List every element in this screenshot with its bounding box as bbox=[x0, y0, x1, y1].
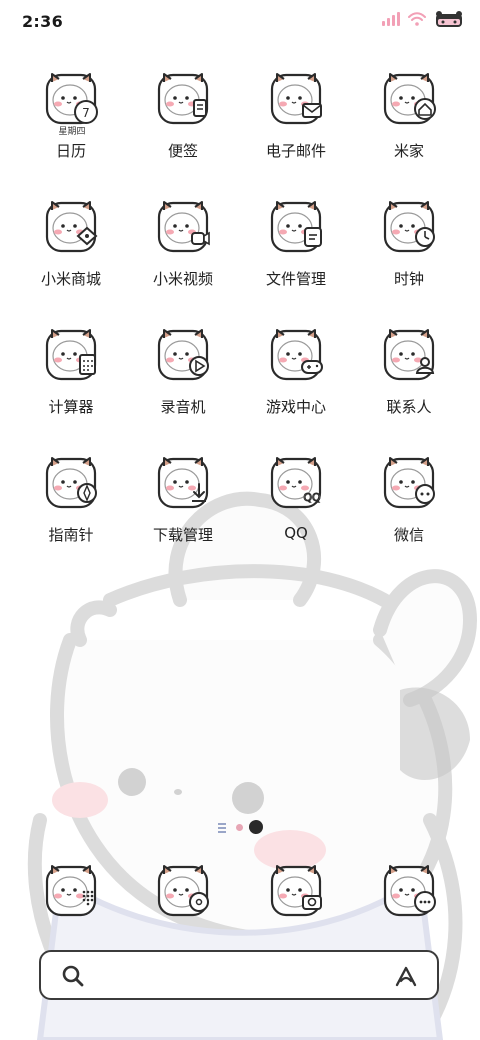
message-icon bbox=[383, 865, 436, 917]
app-file-manager[interactable]: 文件管理 bbox=[240, 198, 352, 308]
video-icon bbox=[157, 201, 210, 253]
app-label: 指南针 bbox=[48, 526, 94, 544]
app-mi-store[interactable]: 小米商城 bbox=[15, 198, 127, 308]
wifi-icon bbox=[408, 12, 426, 26]
notes-icon bbox=[157, 73, 209, 125]
app-label: 文件管理 bbox=[265, 270, 326, 288]
app-downloads[interactable]: 下载管理 bbox=[127, 454, 239, 564]
qq-icon: QQ bbox=[270, 457, 321, 509]
calendar-weekday: 星期四 bbox=[58, 127, 86, 137]
phone-dock-app[interactable] bbox=[15, 862, 127, 922]
app-notes[interactable]: 便签 bbox=[127, 70, 239, 180]
app-label: 米家 bbox=[393, 142, 424, 160]
app-label: 小米视频 bbox=[152, 270, 213, 288]
camera-dock-app[interactable] bbox=[240, 862, 352, 922]
calculator-icon bbox=[45, 329, 97, 381]
svg-text:7: 7 bbox=[82, 106, 90, 120]
svg-text:QQ: QQ bbox=[303, 491, 321, 504]
compass-icon bbox=[45, 457, 97, 509]
app-mi-home[interactable]: 米家 bbox=[353, 70, 465, 180]
app-qq[interactable]: QQ QQ bbox=[240, 454, 352, 564]
music-icon bbox=[157, 865, 209, 917]
app-label: 电子邮件 bbox=[265, 142, 326, 160]
app-email[interactable]: 电子邮件 bbox=[240, 70, 352, 180]
status-icons bbox=[382, 10, 464, 28]
app-wechat[interactable]: 微信 bbox=[353, 454, 465, 564]
store-icon bbox=[45, 201, 98, 253]
home-icon bbox=[383, 73, 436, 125]
app-calculator[interactable]: 计算器 bbox=[15, 326, 127, 436]
app-label: 日历 bbox=[55, 142, 86, 160]
phone-icon bbox=[45, 865, 97, 917]
recorder-icon bbox=[157, 329, 209, 381]
app-label: 录音机 bbox=[160, 398, 206, 416]
messages-dock-app[interactable] bbox=[353, 862, 465, 922]
app-label: 微信 bbox=[393, 526, 424, 544]
gamepad-icon bbox=[270, 329, 323, 381]
page-dot-active[interactable] bbox=[249, 820, 263, 834]
search-icon[interactable] bbox=[61, 964, 85, 988]
status-bar: 2:36 bbox=[0, 0, 480, 44]
app-label: 联系人 bbox=[386, 398, 432, 416]
app-label: 小米商城 bbox=[40, 270, 101, 288]
app-compass[interactable]: 指南针 bbox=[15, 454, 127, 564]
app-recorder[interactable]: 录音机 bbox=[127, 326, 239, 436]
menu-lines-icon bbox=[218, 823, 226, 835]
camera-icon bbox=[270, 865, 322, 917]
app-game-center[interactable]: 游戏中心 bbox=[240, 326, 352, 436]
app-label: 计算器 bbox=[48, 398, 94, 416]
app-label: 下载管理 bbox=[152, 526, 213, 544]
file-icon bbox=[270, 201, 322, 253]
status-time: 2:36 bbox=[22, 12, 63, 31]
app-clock[interactable]: 时钟 bbox=[353, 198, 465, 308]
app-label: 游戏中心 bbox=[265, 398, 326, 416]
app-mi-video[interactable]: 小米视频 bbox=[127, 198, 239, 308]
app-calendar[interactable]: 7 星期四 日历 bbox=[15, 70, 127, 180]
music-dock-app[interactable] bbox=[127, 862, 239, 922]
search-bar[interactable] bbox=[39, 950, 439, 1000]
app-label: 便签 bbox=[167, 142, 198, 160]
page-indicator[interactable] bbox=[218, 820, 268, 836]
app-contacts[interactable]: 联系人 bbox=[353, 326, 465, 436]
page-dot-inactive[interactable] bbox=[236, 824, 243, 831]
contacts-icon bbox=[383, 329, 435, 381]
app-label: 时钟 bbox=[393, 270, 424, 288]
calendar-icon: 7 bbox=[45, 73, 98, 125]
mail-icon bbox=[270, 73, 322, 125]
voice-assistant-icon[interactable] bbox=[393, 964, 419, 988]
signal-icon bbox=[382, 12, 400, 26]
download-icon bbox=[157, 457, 209, 509]
app-label: QQ bbox=[284, 524, 308, 542]
clock-icon bbox=[383, 201, 435, 253]
wechat-icon bbox=[383, 457, 435, 509]
battery-icon bbox=[436, 11, 462, 27]
dock bbox=[15, 862, 465, 922]
